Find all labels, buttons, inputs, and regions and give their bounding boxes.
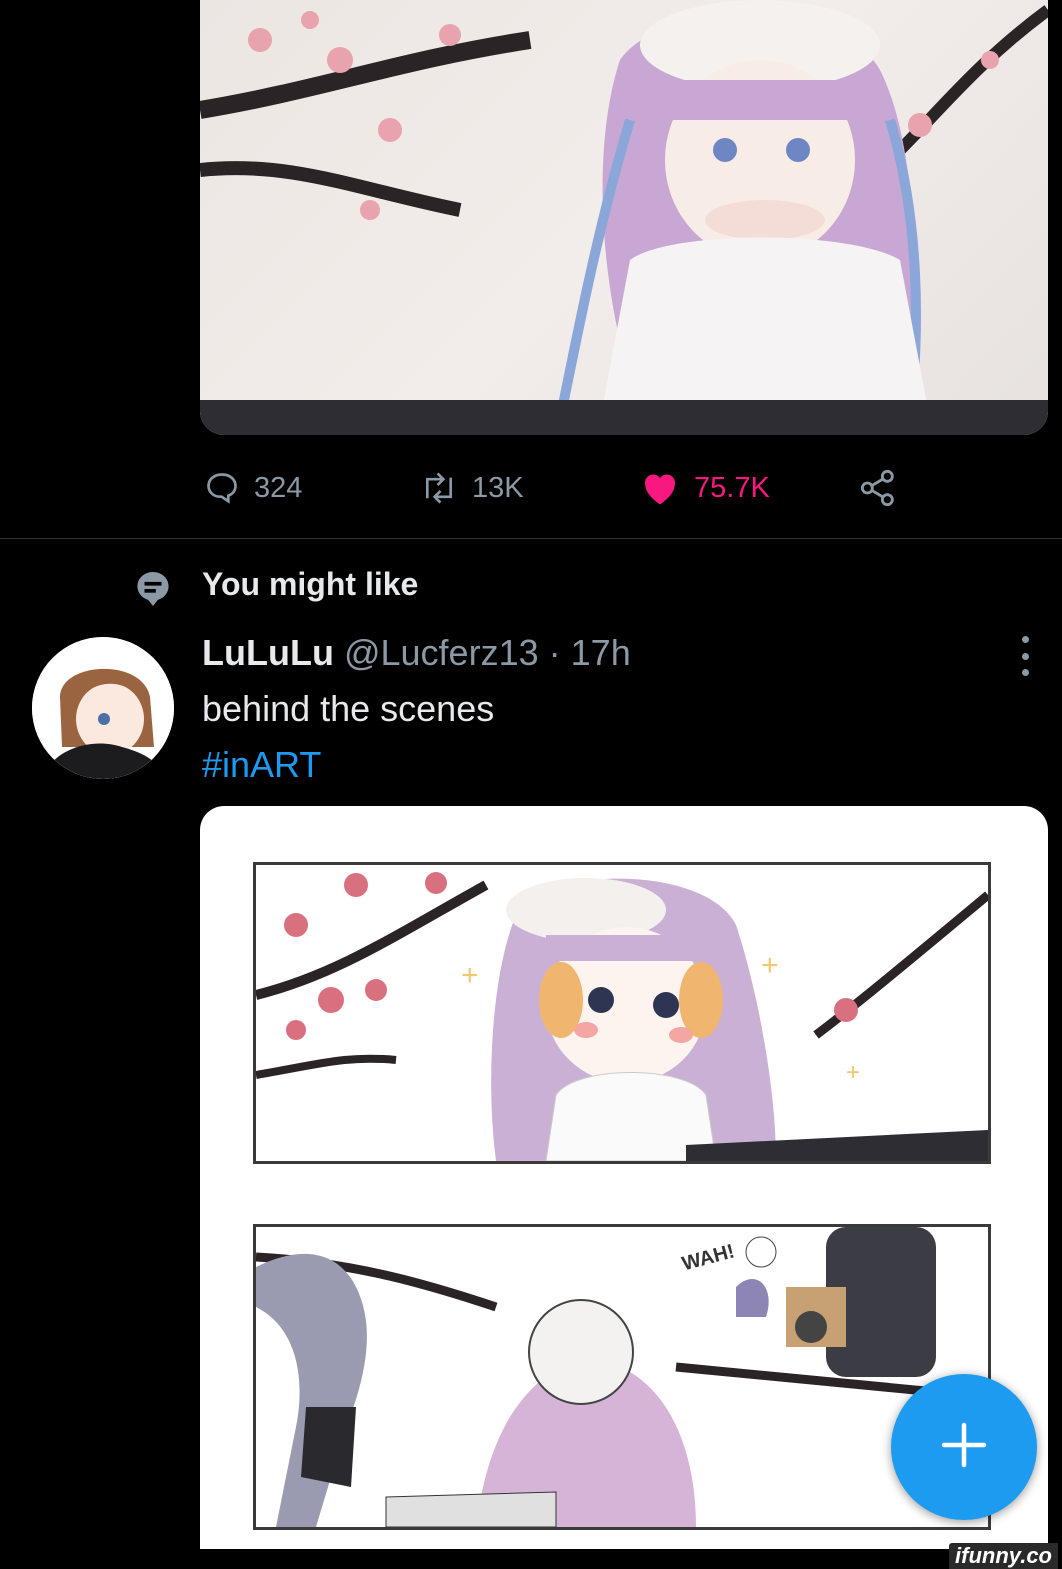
reply-icon bbox=[204, 470, 240, 506]
reply-button[interactable]: 324 bbox=[204, 468, 302, 508]
section-heading: You might like bbox=[202, 566, 419, 602]
heart-icon bbox=[640, 470, 680, 506]
footer-strip bbox=[0, 1549, 1062, 1569]
retweet-button[interactable]: 13K bbox=[420, 468, 524, 508]
compose-plus-icon bbox=[938, 1419, 990, 1476]
author-name[interactable]: LuLuLu bbox=[202, 632, 334, 673]
watermark: ifunny.co bbox=[949, 1543, 1058, 1569]
compose-button[interactable] bbox=[891, 1374, 1037, 1520]
post-text: behind the scenes bbox=[202, 688, 495, 729]
comic-sfx: WAH! bbox=[680, 1240, 737, 1275]
share-icon bbox=[858, 468, 900, 508]
like-button[interactable]: 75.7K bbox=[640, 468, 770, 508]
svg-text:+: + bbox=[761, 949, 779, 982]
author-handle[interactable]: @Lucferz13 bbox=[344, 632, 539, 673]
post-timestamp[interactable]: 17h bbox=[571, 632, 631, 673]
hashtag-link[interactable]: #inART bbox=[202, 744, 321, 786]
avatar[interactable] bbox=[32, 637, 174, 779]
separator: · bbox=[548, 632, 561, 673]
svg-text:+: + bbox=[846, 1059, 860, 1086]
retweet-count: 13K bbox=[472, 471, 524, 504]
like-count: 75.7K bbox=[694, 471, 770, 504]
suggestion-icon bbox=[136, 570, 170, 613]
top-post-image[interactable] bbox=[200, 0, 1048, 435]
share-button[interactable] bbox=[858, 468, 900, 508]
comic-panel-1: + + + bbox=[253, 862, 991, 1164]
divider bbox=[0, 538, 1062, 539]
comic-panel-2: WAH! bbox=[253, 1224, 991, 1530]
retweet-icon bbox=[420, 470, 458, 506]
post-header: LuLuLu @Lucferz13 · 17h bbox=[202, 632, 631, 674]
svg-text:+: + bbox=[461, 959, 479, 992]
more-icon[interactable] bbox=[1010, 636, 1040, 676]
reply-count: 324 bbox=[254, 471, 303, 504]
